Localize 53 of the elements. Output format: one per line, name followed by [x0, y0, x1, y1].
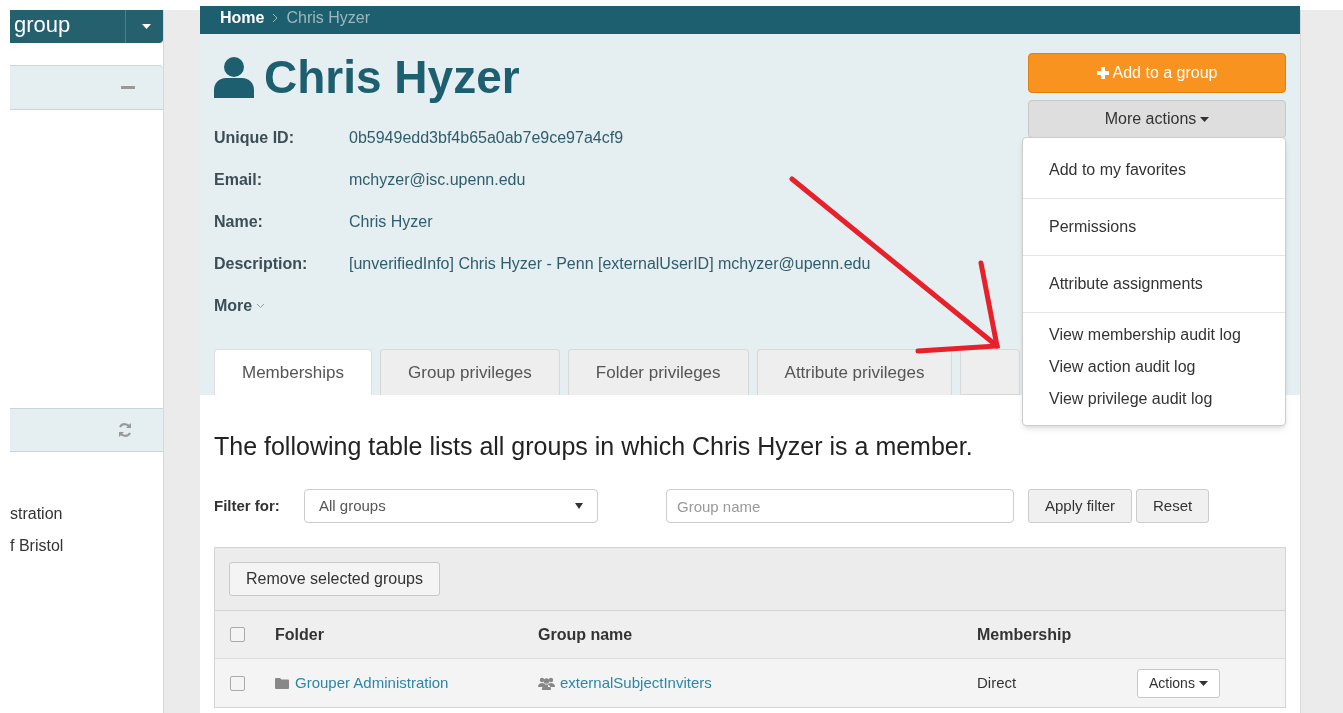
- folder-link[interactable]: Grouper Administration: [295, 671, 449, 695]
- more-actions-button[interactable]: More actions: [1028, 100, 1286, 138]
- column-header: Group name: [538, 624, 634, 645]
- menu-item[interactable]: View membership audit log: [1023, 319, 1285, 351]
- tab[interactable]: [960, 349, 1021, 395]
- chevron-icon: [256, 303, 266, 309]
- field-value: Chris Hyzer: [349, 212, 433, 232]
- caret-icon: [142, 24, 151, 29]
- people-icon: [538, 676, 555, 690]
- filter-label: Filter for:: [214, 495, 281, 516]
- tab[interactable]: Group privileges: [380, 349, 560, 395]
- caret-icon: [1198, 681, 1208, 687]
- field-value: [unverifiedInfo] Chris Hyzer - Penn [externalUserID] mchyzer@upenn.edu: [349, 254, 871, 274]
- caret-icon: [575, 503, 583, 509]
- group-link[interactable]: externalSubjectInviters: [560, 671, 712, 695]
- table-cell-text: Direct: [977, 672, 1018, 693]
- checkbox[interactable]: [230, 627, 245, 642]
- refresh-icon[interactable]: [117, 422, 133, 438]
- column-header: Membership: [977, 624, 1072, 645]
- field-label: Unique ID:: [214, 128, 295, 148]
- field-label: Description:: [214, 254, 309, 274]
- tab[interactable]: Attribute privileges: [756, 349, 953, 395]
- column-header: Folder: [275, 624, 325, 645]
- tree-item[interactable]: stration: [10, 504, 163, 524]
- user-icon: [214, 56, 254, 98]
- plus-icon: [1096, 67, 1109, 79]
- group-button[interactable]: group: [10, 10, 163, 43]
- intro-text: The following table lists all groups in which Chris Hyzer is a member.: [214, 431, 974, 461]
- checkbox[interactable]: [230, 675, 245, 691]
- menu-item[interactable]: Add to my favorites: [1023, 154, 1285, 186]
- breadcrumb-current: Chris Hyzer: [286, 8, 370, 28]
- caret-icon: [1200, 117, 1210, 123]
- reset-button[interactable]: Reset: [1136, 489, 1210, 523]
- chevron-icon: [272, 13, 279, 23]
- group-filter-select[interactable]: All groups: [304, 489, 598, 523]
- actions-button[interactable]: Actions: [1137, 668, 1220, 698]
- field-value: mchyzer@isc.upenn.edu: [349, 170, 526, 190]
- tab[interactable]: Memberships: [214, 349, 373, 395]
- menu-item[interactable]: Attribute assignments: [1023, 268, 1285, 300]
- menu-item[interactable]: View action audit log: [1023, 351, 1285, 383]
- field-label: Name:: [214, 212, 264, 232]
- field-label: Email:: [214, 170, 263, 190]
- tab[interactable]: Folder privileges: [567, 349, 749, 395]
- more-link[interactable]: More: [214, 294, 266, 318]
- tree-item[interactable]: f Bristol: [10, 536, 163, 556]
- breadcrumb-link[interactable]: Home: [220, 6, 265, 30]
- folder-icon: [275, 677, 289, 689]
- field-value: 0b5949edd3bf4b65a0ab7e9ce97a4cf9: [349, 128, 624, 148]
- apply-filter-button[interactable]: Apply filter: [1028, 489, 1133, 523]
- remove-selected-button[interactable]: Remove selected groups: [229, 562, 440, 596]
- menu-item[interactable]: View privilege audit log: [1023, 383, 1285, 415]
- menu-item[interactable]: Permissions: [1023, 211, 1285, 243]
- group-name-field[interactable]: Group name: [666, 489, 1014, 523]
